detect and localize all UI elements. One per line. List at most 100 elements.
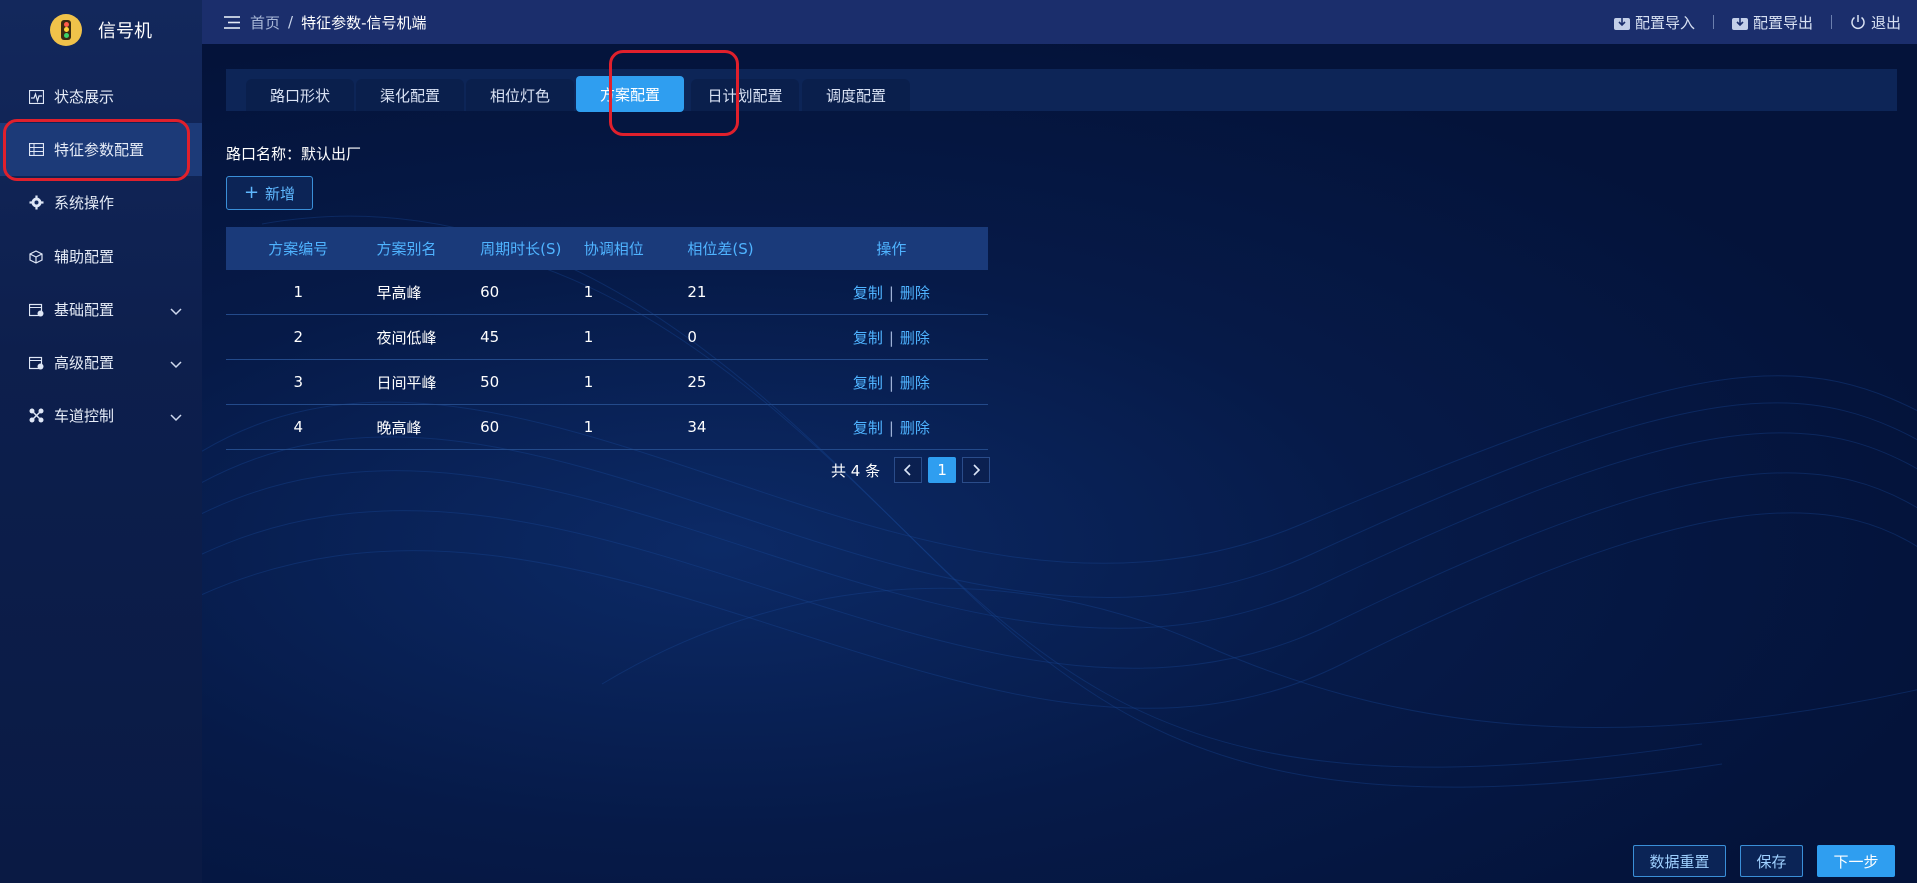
- next-page-button[interactable]: [962, 457, 991, 483]
- logout-label: 退出: [1870, 13, 1901, 32]
- sidebar-item-advanced-config[interactable]: 高级配置: [0, 336, 202, 389]
- plan-id: 1: [293, 283, 303, 301]
- delete-link[interactable]: 删除: [900, 419, 930, 437]
- traffic-light-icon: [50, 14, 82, 46]
- background-wave-decoration: [202, 215, 1917, 788]
- chevron-down-icon: [170, 302, 182, 320]
- copy-link[interactable]: 复制: [853, 284, 883, 302]
- tab-bar: 路口形状 渠化配置 相位灯色 方案配置 日计划配置 调度配置: [226, 69, 1897, 112]
- table-row: 3 日间平峰 50 1 25 复制 | 删除: [226, 360, 988, 405]
- download-icon: [1613, 15, 1635, 30]
- plan-table: 方案编号 方案别名 周期时长(S) 协调相位 相位差(S) 操作 1 早高峰 6…: [226, 227, 988, 450]
- plus-icon: +: [243, 182, 260, 203]
- sidebar-item-status[interactable]: 状态展示: [0, 70, 202, 123]
- breadcrumb: 首页 / 特征参数-信号机端: [250, 12, 427, 33]
- main-content: 路口形状 渠化配置 相位灯色 方案配置 日计划配置 调度配置 路口名称：默认出厂…: [202, 44, 1917, 883]
- config-export-label: 配置导出: [1752, 13, 1813, 32]
- highlight-annotation: [3, 119, 190, 181]
- table-row: 1 早高峰 60 1 21 复制 | 删除: [226, 270, 988, 315]
- copy-link[interactable]: 复制: [853, 329, 883, 347]
- row-actions: 复制 | 删除: [795, 372, 988, 393]
- copy-link[interactable]: 复制: [853, 419, 883, 437]
- action-separator: |: [888, 283, 894, 302]
- column-header: 方案别名: [376, 240, 437, 258]
- breadcrumb-separator: /: [288, 13, 294, 31]
- chevron-left-icon: [904, 464, 911, 476]
- column-header: 操作: [876, 240, 907, 258]
- tab-schedule-config[interactable]: 调度配置: [802, 79, 910, 111]
- sidebar-item-label: 系统操作: [54, 194, 115, 212]
- phase-offset: 25: [687, 373, 707, 391]
- intersection-name: 路口名称：默认出厂: [226, 145, 362, 163]
- phase-offset: 0: [687, 328, 697, 346]
- delete-link[interactable]: 删除: [900, 284, 930, 302]
- coord-phase: 1: [583, 328, 594, 346]
- sidebar-item-basic-config[interactable]: 基础配置: [0, 283, 202, 336]
- sidebar-item-aux-config[interactable]: 辅助配置: [0, 230, 202, 283]
- cycle-length: 60: [480, 418, 500, 436]
- row-actions: 复制 | 删除: [795, 327, 988, 348]
- highlight-annotation: [609, 50, 739, 136]
- coord-phase: 1: [583, 373, 594, 391]
- top-bar: 首页 / 特征参数-信号机端 配置导入 配置导出 退出: [202, 0, 1917, 44]
- delete-link[interactable]: 删除: [900, 329, 930, 347]
- breadcrumb-current: 特征参数-信号机端: [301, 13, 427, 32]
- action-separator: |: [888, 328, 894, 347]
- phase-offset: 21: [687, 283, 707, 301]
- total-count: 共 4 条: [831, 461, 881, 480]
- app-logo: 信号机: [0, 0, 202, 60]
- copy-link[interactable]: 复制: [853, 374, 883, 392]
- app-title: 信号机: [98, 21, 152, 42]
- sidebar-item-label: 辅助配置: [54, 248, 115, 266]
- page-number[interactable]: 1: [928, 457, 957, 483]
- table-header: 方案编号 方案别名 周期时长(S) 协调相位 相位差(S) 操作: [226, 227, 988, 270]
- cycle-length: 60: [480, 283, 500, 301]
- row-actions: 复制 | 删除: [795, 282, 988, 303]
- config-export-button[interactable]: 配置导出: [1731, 12, 1813, 33]
- sidebar-item-label: 状态展示: [54, 88, 115, 106]
- prev-page-button[interactable]: [894, 457, 923, 483]
- cycle-length: 50: [480, 373, 500, 391]
- coord-phase: 1: [583, 418, 594, 436]
- sidebar-item-system-ops[interactable]: 系统操作: [0, 176, 202, 229]
- power-icon: [1850, 14, 1871, 30]
- row-actions: 复制 | 删除: [795, 417, 988, 438]
- coord-phase: 1: [583, 283, 594, 301]
- sidebar-item-label: 基础配置: [54, 301, 115, 319]
- tab-phase-light-color[interactable]: 相位灯色: [466, 79, 574, 111]
- chevron-down-icon: [170, 408, 182, 426]
- logout-button[interactable]: 退出: [1850, 12, 1901, 33]
- column-header: 方案编号: [268, 240, 329, 258]
- chevron-down-icon: [170, 355, 182, 373]
- save-button[interactable]: 保存: [1740, 845, 1803, 877]
- plan-name: 夜间低峰: [376, 328, 437, 347]
- tab-intersection-shape[interactable]: 路口形状: [246, 79, 354, 111]
- next-step-button[interactable]: 下一步: [1817, 845, 1895, 877]
- delete-link[interactable]: 删除: [900, 374, 930, 392]
- action-separator: |: [888, 373, 894, 392]
- reset-data-button[interactable]: 数据重置: [1633, 845, 1726, 877]
- tab-channelization[interactable]: 渠化配置: [356, 79, 464, 111]
- action-separator: |: [888, 418, 894, 437]
- menu-toggle-icon[interactable]: [224, 15, 240, 29]
- add-plan-button[interactable]: + 新增: [226, 176, 313, 210]
- lane-control-icon: [28, 408, 44, 424]
- plan-name: 早高峰: [376, 283, 422, 302]
- column-header: 协调相位: [583, 240, 644, 258]
- add-button-label: 新增: [265, 184, 296, 203]
- config-import-button[interactable]: 配置导入: [1613, 12, 1695, 33]
- download-icon: [1731, 15, 1753, 30]
- sidebar-item-lane-control[interactable]: 车道控制: [0, 389, 202, 442]
- plan-name: 晚高峰: [376, 418, 422, 437]
- column-header: 相位差(S): [687, 240, 754, 258]
- table-row: 2 夜间低峰 45 1 0 复制 | 删除: [226, 315, 988, 360]
- sidebar-item-label: 高级配置: [54, 354, 115, 372]
- plan-id: 2: [293, 328, 303, 346]
- config-import-label: 配置导入: [1634, 13, 1695, 32]
- breadcrumb-home[interactable]: 首页: [250, 12, 280, 33]
- chevron-right-icon: [973, 464, 981, 476]
- footer-actions: 数据重置 保存 下一步: [1619, 845, 1895, 877]
- calendar-settings-icon: [28, 302, 44, 318]
- calendar-settings-icon: [28, 355, 44, 371]
- phase-offset: 34: [687, 418, 707, 436]
